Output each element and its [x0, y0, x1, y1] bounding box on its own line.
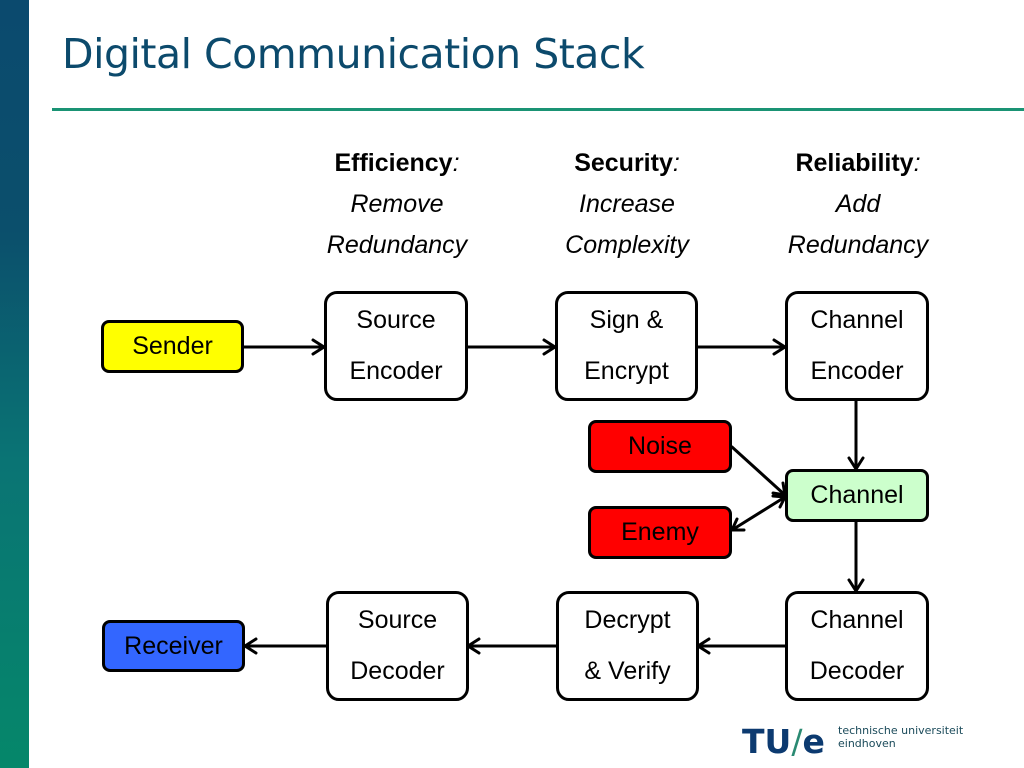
node-decrypt-verify: Decrypt & Verify: [556, 591, 699, 701]
node-receiver: Receiver: [102, 620, 245, 672]
node-channel-label: Channel: [810, 481, 904, 509]
node-channel-encoder-line1: Channel: [810, 306, 904, 334]
node-noise-label: Noise: [628, 432, 692, 460]
edge-channel-encoder-to-channel: [847, 398, 865, 471]
edge-source-encoder-to-sign-encrypt: [465, 338, 557, 356]
node-decrypt-verify-line1: Decrypt: [584, 606, 671, 634]
edge-sender-to-source-encoder: [241, 338, 326, 356]
node-sender: Sender: [101, 320, 244, 373]
node-sender-label: Sender: [132, 332, 213, 360]
logo-tu: TU: [742, 722, 792, 761]
node-source-decoder: Source Decoder: [326, 591, 469, 701]
edge-decrypt-verify-to-source-decoder: [466, 637, 558, 655]
node-noise: Noise: [588, 420, 732, 473]
university-name: technische universiteit eindhoven: [838, 724, 964, 750]
edge-source-decoder-to-receiver: [243, 637, 328, 655]
node-channel: Channel: [785, 469, 929, 522]
node-source-decoder-line2: Decoder: [350, 657, 445, 685]
node-sign-encrypt-line1: Sign &: [589, 306, 664, 334]
node-sign-encrypt: Sign & Encrypt: [555, 291, 698, 401]
node-channel-decoder: Channel Decoder: [785, 591, 929, 701]
edge-noise-to-channel: [730, 445, 787, 497]
logo-slash: /: [791, 722, 803, 761]
node-enemy-label: Enemy: [621, 518, 699, 546]
node-source-encoder: Source Encoder: [324, 291, 468, 401]
node-source-encoder-line1: Source: [356, 306, 436, 334]
node-sign-encrypt-line2: Encrypt: [584, 357, 669, 385]
node-receiver-label: Receiver: [124, 631, 223, 660]
edge-sign-encrypt-to-channel-encoder: [695, 338, 787, 356]
edge-channel-to-channel-decoder: [847, 519, 865, 593]
node-source-decoder-line1: Source: [357, 606, 438, 634]
node-enemy: Enemy: [588, 506, 732, 559]
node-channel-decoder-line2: Decoder: [809, 657, 905, 685]
edge-channel-enemy-bidirectional: [730, 494, 787, 532]
node-decrypt-verify-line2: & Verify: [584, 657, 671, 685]
node-channel-encoder-line2: Encoder: [810, 357, 904, 385]
edge-channel-decoder-to-decrypt-verify: [696, 637, 788, 655]
node-source-encoder-line2: Encoder: [349, 357, 443, 385]
node-channel-decoder-line1: Channel: [810, 606, 904, 634]
logo-e: e: [802, 722, 825, 761]
tue-logo: TU/e: [742, 722, 825, 761]
node-channel-encoder: Channel Encoder: [785, 291, 929, 401]
